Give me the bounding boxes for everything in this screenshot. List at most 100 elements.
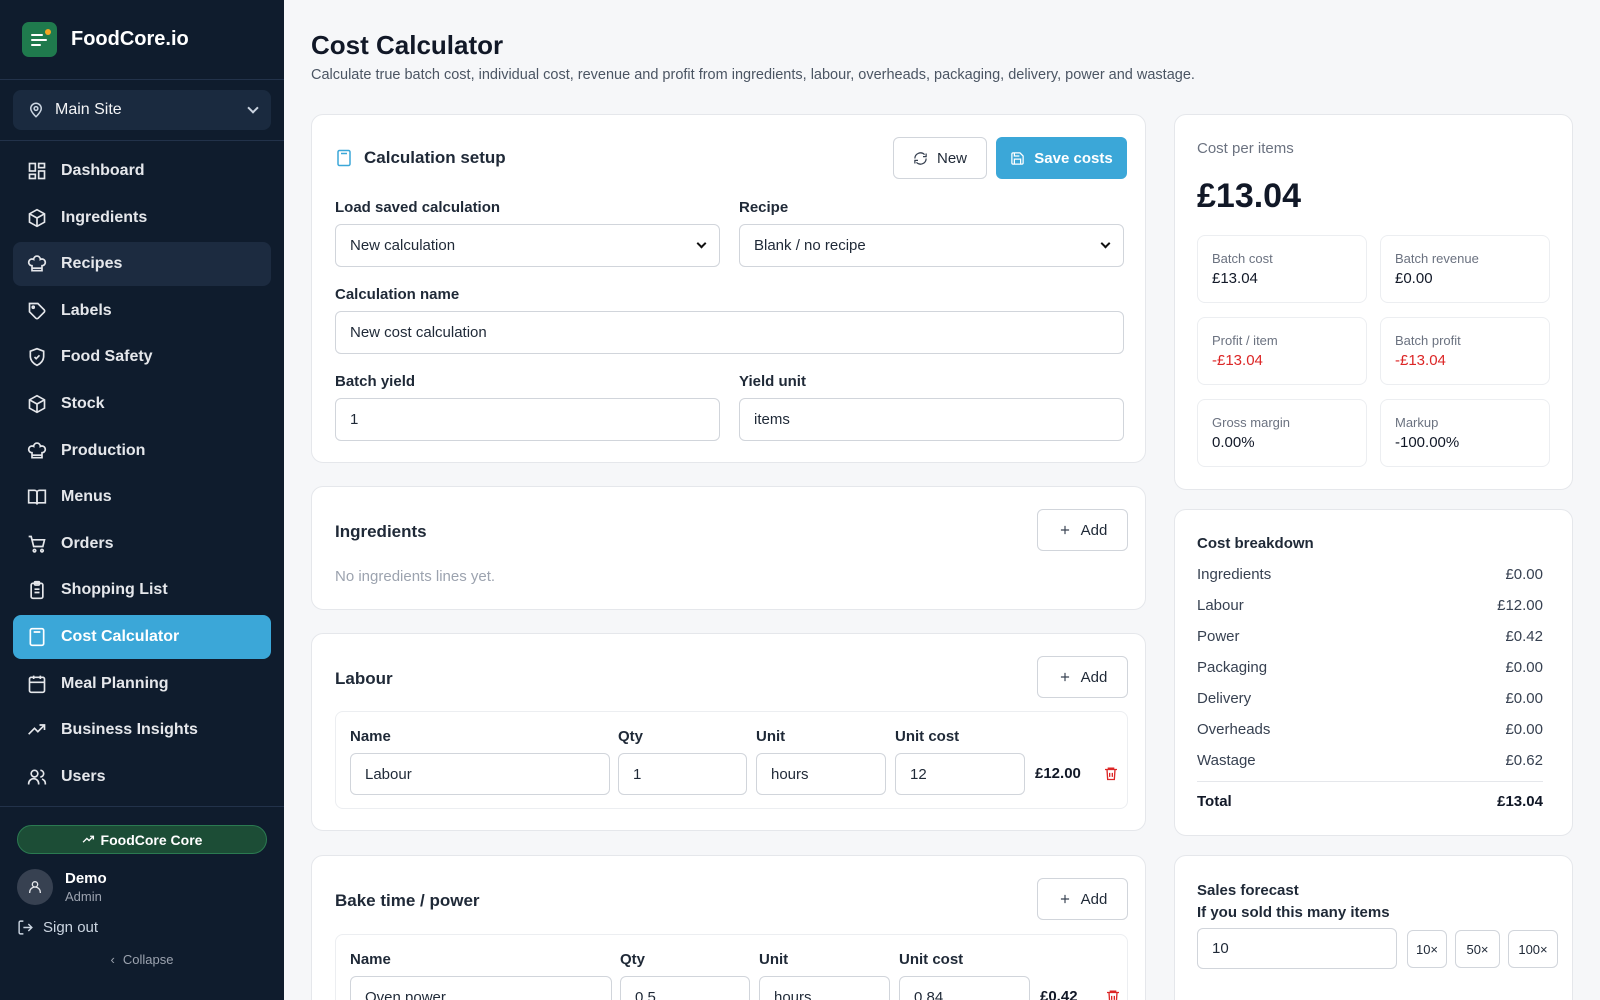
power-unit-cost-input[interactable]: 0.84 [899, 976, 1030, 1000]
breakdown-row-ingredients: Ingredients £0.00 [1197, 566, 1543, 583]
cost-per-item-value: £13.04 [1197, 177, 1301, 215]
power-qty-input[interactable]: 0.5 [620, 976, 750, 1000]
save-costs-button[interactable]: Save costs [996, 137, 1127, 179]
setup-title: Calculation setup [364, 148, 506, 167]
sign-out-icon [18, 920, 33, 935]
brand-name: FoodCore.io [71, 28, 189, 50]
new-button[interactable]: New [893, 137, 987, 179]
site-selector[interactable]: Main Site [13, 90, 271, 130]
breakdown-row-power: Power £0.42 [1197, 628, 1543, 645]
stat-batch-cost: Batch cost £13.04 [1197, 235, 1367, 303]
sidebar-item-meal-planning[interactable]: Meal Planning [13, 662, 271, 706]
sidebar-item-users[interactable]: Users [13, 755, 271, 799]
breakdown-title: Cost breakdown [1197, 535, 1314, 552]
plus-icon [1058, 670, 1072, 684]
avatar [17, 869, 53, 905]
stat-label: Profit / item [1212, 333, 1278, 348]
breakdown-total-label: Total [1197, 793, 1232, 810]
sidebar-item-menus[interactable]: Menus [13, 475, 271, 519]
labour-name-input[interactable]: Labour [350, 753, 610, 795]
unit-cost-header: Unit cost [895, 728, 960, 745]
load-saved-label: Load saved calculation [335, 199, 501, 216]
site-selector-value: Main Site [55, 101, 122, 118]
sidebar-item-cost-calculator[interactable]: Cost Calculator [13, 614, 271, 659]
sidebar-item-label: Production [61, 441, 146, 459]
box-icon [27, 394, 47, 414]
refresh-icon [913, 151, 928, 166]
labour-unit-input[interactable]: hours [756, 753, 886, 795]
power-qty-value: 0.5 [635, 988, 656, 1000]
batch-yield-input[interactable]: 1 [335, 398, 720, 441]
bake-power-card: Bake time / power Add Name Qty Unit Unit… [311, 855, 1146, 1000]
sidebar-item-production[interactable]: Production [13, 429, 271, 473]
add-labour-button[interactable]: Add [1037, 656, 1128, 698]
sidebar-item-shopping-list[interactable]: Shopping List [13, 568, 271, 612]
sidebar-item-food-safety[interactable]: Food Safety [13, 335, 271, 379]
yield-unit-label: Yield unit [739, 373, 806, 390]
user-icon [29, 881, 41, 893]
sidebar-item-recipes[interactable]: Recipes [13, 242, 271, 287]
add-button-label: Add [1080, 668, 1108, 686]
unit-cost-header: Unit cost [899, 951, 964, 968]
name-header: Name [350, 951, 391, 968]
map-pin-icon [29, 102, 43, 118]
sidebar-item-orders[interactable]: Orders [13, 522, 271, 566]
bake-power-title: Bake time / power [335, 891, 480, 910]
breakdown-value: £0.00 [1505, 690, 1543, 707]
forecast-chip-10[interactable]: 10× [1407, 930, 1447, 968]
brand[interactable]: FoodCore.io [0, 0, 284, 80]
save-icon [1010, 151, 1025, 166]
unit-header: Unit [756, 728, 786, 745]
sidebar-item-labels[interactable]: Labels [13, 289, 271, 333]
save-button-label: Save costs [1034, 149, 1113, 167]
labour-unit-cost-value: 12 [910, 765, 927, 783]
plan-badge[interactable]: FoodCore Core [17, 825, 267, 854]
sign-out-button[interactable]: Sign out [17, 919, 267, 936]
sidebar-item-dashboard[interactable]: Dashboard [13, 149, 271, 193]
power-name-input[interactable]: Oven power [350, 976, 612, 1000]
sidebar-item-business-insights[interactable]: Business Insights [13, 708, 271, 752]
new-button-label: New [936, 149, 967, 167]
calculation-setup-card: Calculation setup New Save costs Load sa… [311, 114, 1146, 463]
labour-qty-input[interactable]: 1 [618, 753, 747, 795]
breakdown-label: Wastage [1197, 752, 1256, 769]
calculation-name-input[interactable]: New cost calculation [335, 311, 1124, 354]
calculation-name-value: New cost calculation [350, 324, 487, 341]
sidebar-item-label: Dashboard [61, 162, 145, 179]
user-profile[interactable]: Demo Admin [17, 869, 267, 905]
sidebar-item-stock[interactable]: Stock [13, 382, 271, 426]
labour-unit-cost-input[interactable]: 12 [895, 753, 1025, 795]
sidebar-item-ingredients[interactable]: Ingredients [13, 196, 271, 240]
yield-unit-input[interactable]: items [739, 398, 1124, 441]
stat-value: -100.00% [1395, 434, 1460, 451]
collapse-button[interactable]: ‹ Collapse [17, 952, 267, 967]
forecast-chip-50[interactable]: 50× [1455, 930, 1500, 968]
sign-out-label: Sign out [43, 919, 99, 936]
forecast-quantity-input[interactable]: 10 [1197, 928, 1397, 969]
power-unit-value: hours [774, 988, 812, 1000]
cost-breakdown-card: Cost breakdown Ingredients £0.00 Labour £1… [1174, 509, 1573, 836]
cart-icon [27, 534, 47, 554]
breakdown-label: Overheads [1197, 721, 1271, 738]
sidebar-item-label: Food Safety [61, 348, 153, 366]
power-line-total: £0.42 [1040, 988, 1078, 1000]
stat-batch-revenue: Batch revenue £0.00 [1380, 235, 1550, 303]
forecast-chip-100[interactable]: 100× [1508, 930, 1558, 968]
plan-label: FoodCore Core [100, 831, 203, 848]
breakdown-label: Ingredients [1197, 566, 1272, 583]
trash-icon[interactable] [1105, 988, 1121, 1000]
power-unit-input[interactable]: hours [759, 976, 890, 1000]
add-ingredient-button[interactable]: Add [1037, 509, 1128, 551]
recipe-select[interactable]: Blank / no recipe [739, 224, 1124, 267]
box-icon [27, 208, 47, 228]
breakdown-row-delivery: Delivery £0.00 [1197, 690, 1543, 707]
sidebar-item-label: Cost Calculator [61, 627, 180, 645]
stat-label: Batch profit [1395, 333, 1461, 348]
trend-icon [82, 835, 94, 843]
power-name-value: Oven power [365, 988, 446, 1000]
load-saved-select[interactable]: New calculation [335, 224, 720, 267]
labour-qty-value: 1 [633, 765, 642, 783]
stat-batch-profit: Batch profit -£13.04 [1380, 317, 1550, 385]
add-power-button[interactable]: Add [1037, 878, 1128, 920]
trash-icon[interactable] [1103, 765, 1119, 787]
